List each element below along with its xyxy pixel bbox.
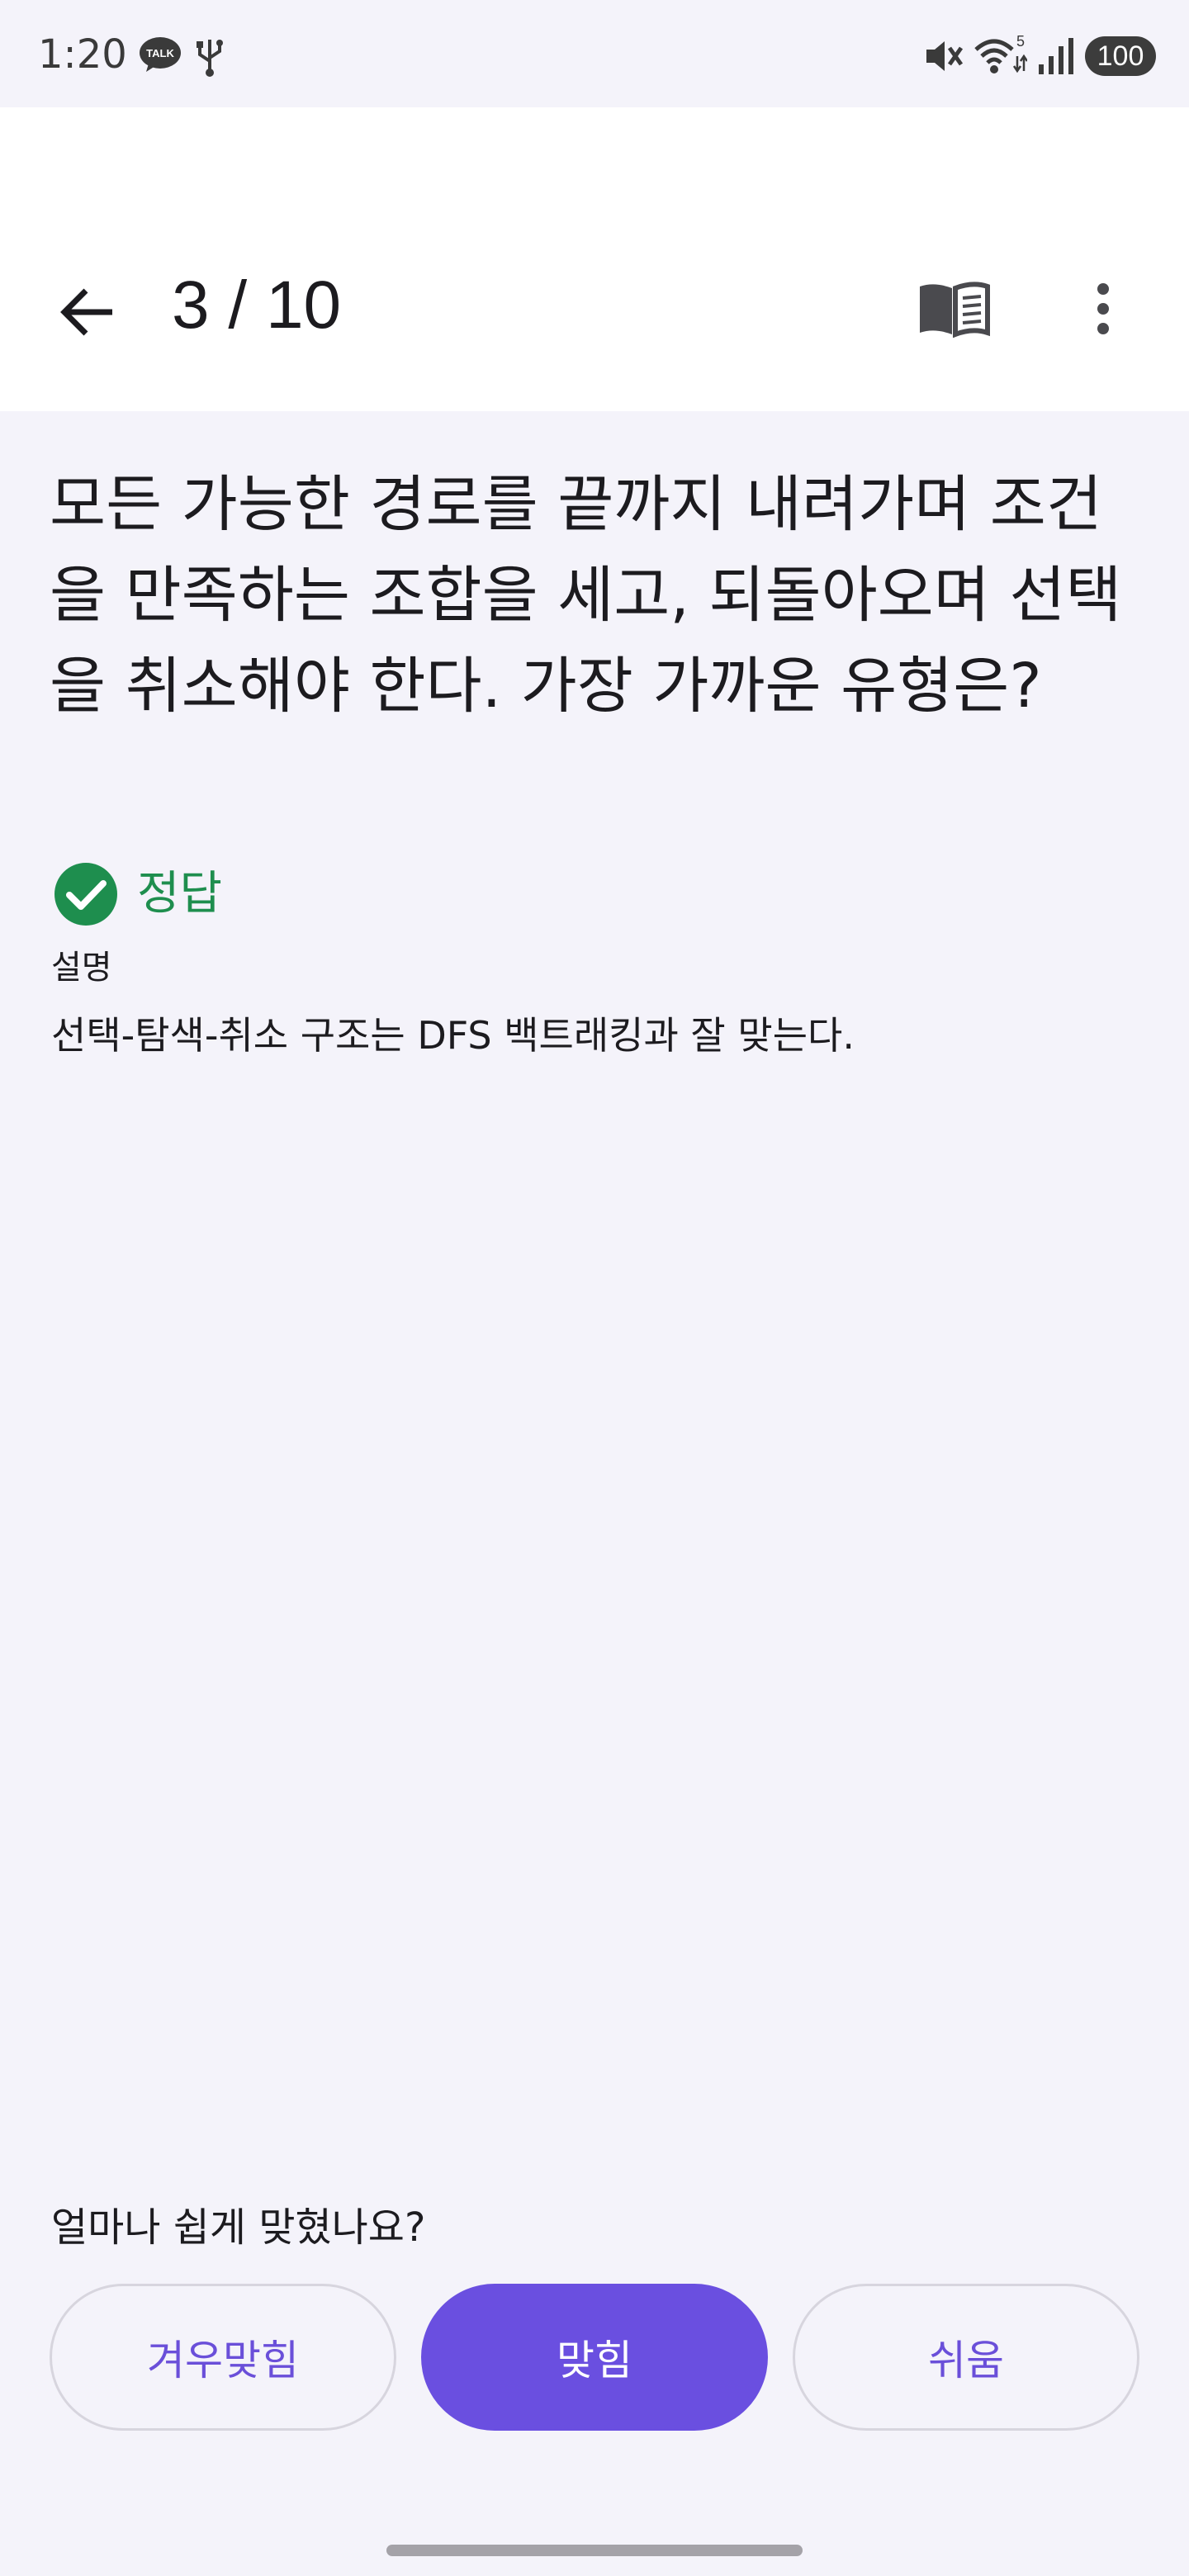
check-circle-icon: [54, 863, 117, 926]
rating-good-button[interactable]: 맞힘: [421, 2284, 768, 2431]
wifi-icon: 5: [974, 33, 1027, 73]
battery-indicator: 100: [1085, 36, 1156, 76]
more-vert-icon: [1097, 283, 1109, 334]
vibrate-mute-icon: [926, 41, 964, 71]
wifi-badge: 5: [1016, 33, 1025, 50]
rating-options: 겨우맞힘 맞힘 쉬움: [50, 2284, 1139, 2432]
arrow-left-icon: [60, 288, 112, 336]
study-notes-button[interactable]: [908, 269, 999, 348]
rating-easy-button[interactable]: 쉬움: [793, 2284, 1139, 2431]
progress-counter: 3 / 10: [172, 268, 342, 343]
status-time: 1:20: [38, 31, 127, 78]
status-bar: 1:20 TALK 5 100: [0, 0, 1189, 107]
home-gesture-bar[interactable]: [386, 2545, 803, 2556]
app-bar: [0, 107, 1189, 411]
talk-badge-text: TALK: [146, 47, 174, 59]
usb-icon: [197, 40, 223, 77]
signal-icon: [1039, 38, 1073, 74]
explanation-text: 선택-탐색-취소 구조는 DFS 백트래킹과 잘 맞는다.: [51, 1013, 855, 1058]
result-label: 정답: [137, 867, 223, 921]
back-button[interactable]: [48, 272, 127, 352]
kakaotalk-icon: TALK: [140, 37, 181, 72]
answer-result: 정답: [53, 859, 222, 930]
more-options-button[interactable]: [1068, 269, 1138, 348]
question-text: 모든 가능한 경로를 끝까지 내려가며 조건을 만족하는 조합을 세고, 되돌아…: [50, 469, 1122, 722]
rating-hard-button[interactable]: 겨우맞힘: [50, 2284, 396, 2431]
rating-prompt: 얼마나 쉽게 맞혔나요?: [51, 2204, 426, 2251]
book-icon: [920, 282, 990, 338]
explanation-label: 설명: [51, 949, 112, 987]
